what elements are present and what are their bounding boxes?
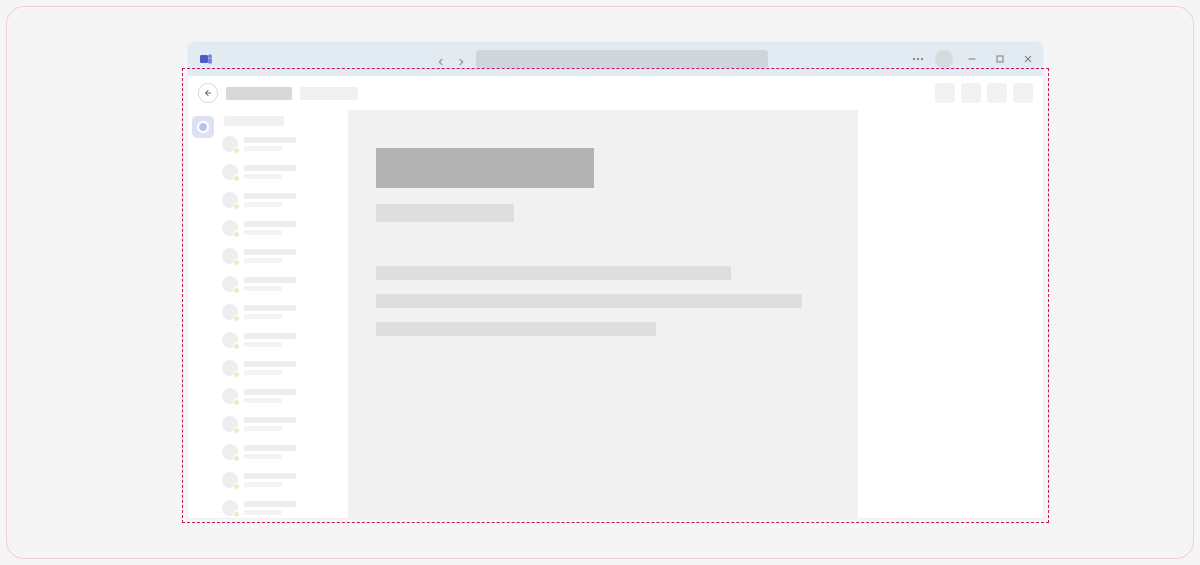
chat-list	[218, 110, 348, 518]
close-icon[interactable]	[1019, 50, 1037, 68]
avatar-icon	[222, 416, 238, 432]
avatar-icon	[222, 164, 238, 180]
breadcrumb-primary[interactable]	[226, 87, 292, 100]
user-avatar[interactable]	[935, 50, 953, 68]
list-item[interactable]	[222, 248, 342, 264]
list-item[interactable]	[222, 136, 342, 152]
card-body-line	[376, 266, 731, 280]
card-subtitle	[376, 204, 514, 222]
chevron-left-icon[interactable]	[436, 54, 446, 64]
tool-action-2[interactable]	[961, 83, 981, 103]
list-item[interactable]	[222, 276, 342, 292]
list-item[interactable]	[222, 192, 342, 208]
chevron-right-icon[interactable]	[456, 54, 466, 64]
list-item[interactable]	[222, 500, 342, 516]
body-area	[188, 110, 1043, 518]
breadcrumb-secondary[interactable]	[300, 87, 358, 100]
card-body-line	[376, 322, 656, 336]
avatar-icon	[222, 304, 238, 320]
list-item[interactable]	[222, 416, 342, 432]
list-item[interactable]	[222, 220, 342, 236]
avatar-icon	[222, 444, 238, 460]
back-button[interactable]	[198, 83, 218, 103]
avatar-icon	[222, 500, 238, 516]
content-card	[348, 110, 858, 518]
more-horizontal-icon[interactable]	[911, 52, 925, 66]
tool-action-1[interactable]	[935, 83, 955, 103]
card-body-line	[376, 294, 802, 308]
app-window	[188, 42, 1043, 518]
search-input[interactable]	[476, 50, 768, 68]
avatar-icon	[222, 220, 238, 236]
avatar-icon	[222, 388, 238, 404]
avatar-icon	[222, 360, 238, 376]
avatar-icon	[222, 136, 238, 152]
chat-app-icon[interactable]	[192, 116, 214, 138]
maximize-icon[interactable]	[991, 50, 1009, 68]
minimize-icon[interactable]	[963, 50, 981, 68]
tool-row	[188, 76, 1043, 110]
list-item[interactable]	[222, 332, 342, 348]
avatar-icon	[222, 248, 238, 264]
list-item[interactable]	[222, 360, 342, 376]
content-pane	[348, 110, 1043, 518]
app-rail	[188, 110, 218, 518]
list-item[interactable]	[222, 444, 342, 460]
avatar-icon	[222, 192, 238, 208]
tool-action-3[interactable]	[987, 83, 1007, 103]
avatar-icon	[222, 276, 238, 292]
list-item[interactable]	[222, 164, 342, 180]
avatar-icon	[222, 332, 238, 348]
avatar-icon	[222, 472, 238, 488]
card-title	[376, 148, 594, 188]
list-item[interactable]	[222, 388, 342, 404]
chat-list-header	[224, 116, 284, 126]
teams-logo-icon	[198, 51, 214, 67]
list-item[interactable]	[222, 472, 342, 488]
title-bar	[188, 42, 1043, 76]
list-item[interactable]	[222, 304, 342, 320]
tool-action-4[interactable]	[1013, 83, 1033, 103]
